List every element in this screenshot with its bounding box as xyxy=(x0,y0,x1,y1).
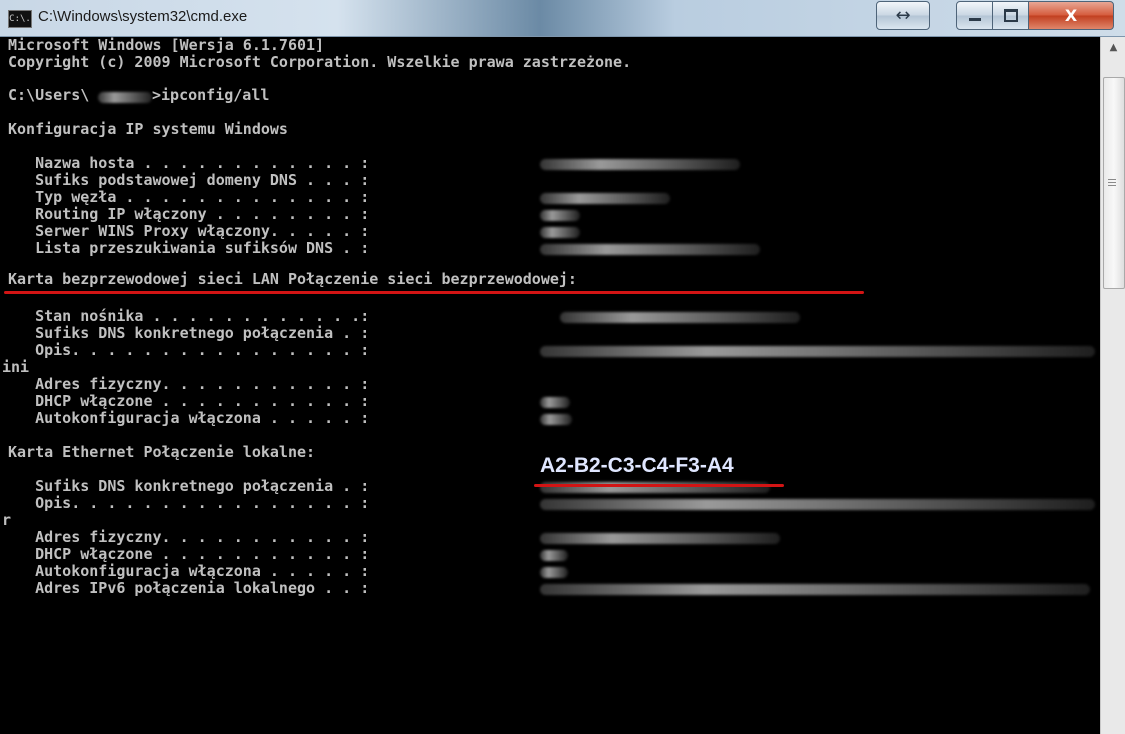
window-title: C:\Windows\system32\cmd.exe xyxy=(38,8,248,25)
console-line: Opis. . . . . . . . . . . . . . . . : xyxy=(8,494,370,512)
console-line: Autokonfiguracja włączona . . . . . : xyxy=(8,409,370,427)
scroll-up-arrow-icon[interactable]: ▲ xyxy=(1101,37,1125,59)
console-line: Adres IPv6 połączenia lokalnego . . : xyxy=(8,579,370,597)
resize-arrows-icon: ↔ xyxy=(895,5,911,26)
maximize-button[interactable] xyxy=(992,1,1030,30)
console-line: Adres fizyczny. . . . . . . . . . . : xyxy=(8,375,370,393)
console-line: Autokonfiguracja włączona . . . . . : xyxy=(8,562,370,580)
console-line: Lista przeszukiwania sufiksów DNS . : xyxy=(8,239,370,257)
console-line: ini xyxy=(2,358,30,376)
console-line: DHCP włączone . . . . . . . . . . . : xyxy=(8,392,370,410)
console-output[interactable]: Microsoft Windows [Wersja 6.1.7601] Copy… xyxy=(0,37,1100,734)
redacted-value xyxy=(540,227,580,238)
console-line: Opis. . . . . . . . . . . . . . . . : xyxy=(8,341,370,359)
cmd-app-icon[interactable]: C:\. xyxy=(8,10,32,28)
title-bar[interactable]: C:\. C:\Windows\system32\cmd.exe ↔ X xyxy=(0,0,1125,37)
console-line: Routing IP włączony . . . . . . . . : xyxy=(8,205,370,223)
red-underline-mac xyxy=(534,484,784,487)
redacted-value xyxy=(540,533,780,544)
console-line: r xyxy=(2,511,12,529)
console-line: Sufiks DNS konkretnego połączenia . : xyxy=(8,477,370,495)
prompt-path: C:\Users\ xyxy=(8,86,90,104)
redacted-value xyxy=(540,193,670,204)
scrollbar-grip-icon xyxy=(1108,179,1116,188)
redacted-username xyxy=(98,92,152,103)
redacted-value xyxy=(540,550,568,561)
red-underline-adapter xyxy=(4,291,864,294)
section-heading: Konfiguracja IP systemu Windows xyxy=(8,120,288,138)
redacted-value xyxy=(540,499,1095,510)
cmd-window: C:\. C:\Windows\system32\cmd.exe ↔ X Mic… xyxy=(0,0,1125,734)
redacted-value xyxy=(540,567,568,578)
ethernet-adapter-heading: Karta Ethernet Połączenie lokalne: xyxy=(8,443,316,461)
redacted-value xyxy=(540,346,1095,357)
resize-button[interactable]: ↔ xyxy=(876,1,930,30)
redacted-value xyxy=(540,244,760,255)
console-line: Typ węzła . . . . . . . . . . . . . : xyxy=(8,188,370,206)
command-text: >ipconfig/all xyxy=(152,86,270,104)
console-line: Sufiks DNS konkretnego połączenia . : xyxy=(8,324,370,342)
close-icon: X xyxy=(1064,6,1078,25)
console-line: Copyright (c) 2009 Microsoft Corporation… xyxy=(8,53,632,71)
minimize-button[interactable] xyxy=(956,1,994,30)
redacted-value xyxy=(540,159,740,170)
minimize-icon xyxy=(969,18,981,21)
maximize-icon xyxy=(1004,9,1018,22)
close-button[interactable]: X xyxy=(1028,1,1114,30)
console-line: DHCP włączone . . . . . . . . . . . : xyxy=(8,545,370,563)
console-line: Nazwa hosta . . . . . . . . . . . . : xyxy=(8,154,370,172)
redacted-value xyxy=(540,397,570,408)
wireless-adapter-heading: Karta bezprzewodowej sieci LAN Połączeni… xyxy=(8,270,577,288)
console-line: Serwer WINS Proxy włączony. . . . . : xyxy=(8,222,370,240)
redacted-value xyxy=(540,210,580,221)
redacted-value xyxy=(540,414,572,425)
console-line: Stan nośnika . . . . . . . . . . . .: xyxy=(8,307,370,325)
vertical-scrollbar[interactable]: ▲ xyxy=(1100,37,1125,734)
redacted-value xyxy=(540,584,1090,595)
console-line: Sufiks podstawowej domeny DNS . . . : xyxy=(8,171,370,189)
mac-address-value: A2-B2-C3-C4-F3-A4 xyxy=(540,454,734,477)
console-line: Microsoft Windows [Wersja 6.1.7601] xyxy=(8,37,325,54)
console-line: Adres fizyczny. . . . . . . . . . . : xyxy=(8,528,370,546)
redacted-value xyxy=(560,312,800,323)
